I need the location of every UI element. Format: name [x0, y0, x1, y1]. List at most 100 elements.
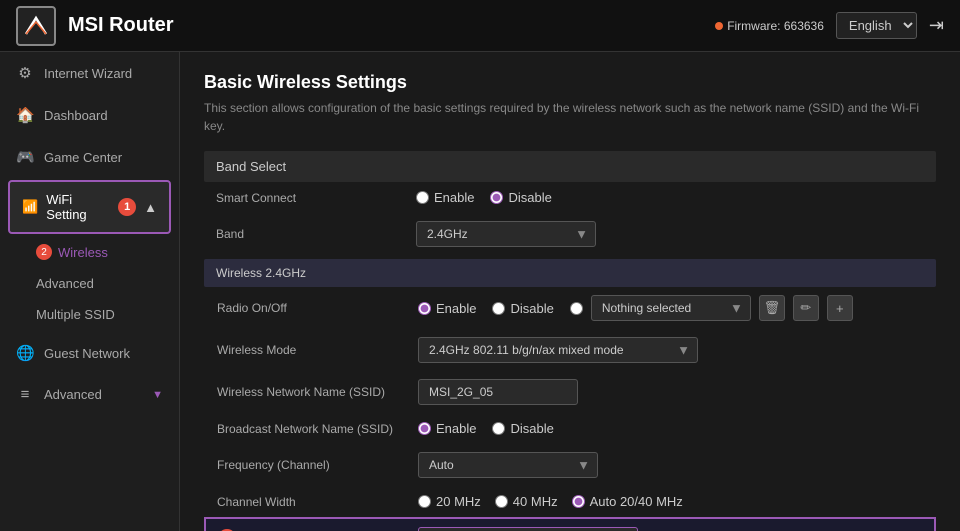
- wireless-mode-select[interactable]: 2.4GHz 802.11 b/g/n/ax mixed mode: [418, 337, 698, 363]
- header-right: Firmware: 663636 English ⇥: [715, 12, 944, 39]
- broadcast-label: Broadcast Network Name (SSID): [205, 413, 406, 444]
- ssid-value: [406, 371, 935, 413]
- broadcast-enable-label: Enable: [436, 421, 476, 436]
- security-select[interactable]: WPA3-PSK WPA2-PSK WPA/WPA2-PSK: [418, 527, 638, 531]
- broadcast-disable-option[interactable]: Disable: [492, 421, 553, 436]
- sidebar-item-wifi-setting[interactable]: 📶 WiFi Setting 1 ▲: [8, 180, 171, 234]
- smart-connect-disable-option[interactable]: Disable: [490, 190, 551, 205]
- band-select-header: Band Select: [204, 151, 936, 182]
- wireless-mode-value: 2.4GHz 802.11 b/g/n/ax mixed mode ▼: [406, 329, 935, 371]
- wifi-icon: 📶: [22, 199, 38, 215]
- radio-nothing-dropdown-wrap[interactable]: Nothing selected ▼: [591, 295, 751, 321]
- broadcast-disable-radio[interactable]: [492, 422, 505, 435]
- sidebar-label-internet-wizard: Internet Wizard: [44, 66, 132, 81]
- smart-connect-disable-radio[interactable]: [490, 191, 503, 204]
- sidebar-label-game-center: Game Center: [44, 150, 122, 165]
- language-dropdown[interactable]: English: [836, 12, 917, 39]
- cw-40-label: 40 MHz: [513, 494, 558, 509]
- broadcast-enable-radio[interactable]: [418, 422, 431, 435]
- delete-button[interactable]: 🗑: [759, 295, 785, 321]
- sidebar-item-wireless[interactable]: 2 Wireless: [4, 236, 175, 268]
- smart-connect-options: Enable Disable: [416, 190, 924, 205]
- advanced-expand-icon: ▼: [152, 389, 163, 401]
- sidebar-label-advanced: Advanced: [36, 276, 94, 291]
- radio-enable-label: Enable: [436, 301, 476, 316]
- cw-20-radio[interactable]: [418, 495, 431, 508]
- wifi-expand-icon: ▲: [144, 200, 157, 215]
- advanced-icon: ≡: [16, 386, 34, 403]
- radio-enable-radio[interactable]: [418, 302, 431, 315]
- smart-connect-enable-radio[interactable]: [416, 191, 429, 204]
- sidebar-item-guest-network[interactable]: 🌐 Guest Network: [0, 332, 179, 374]
- dashboard-icon: 🏠: [16, 106, 34, 124]
- radio-nothing-radio[interactable]: [570, 302, 583, 315]
- channel-row: Frequency (Channel) Auto1611 ▼: [205, 444, 935, 486]
- ssid-input[interactable]: [418, 379, 578, 405]
- radio-enable-option[interactable]: Enable: [418, 301, 476, 316]
- sidebar-label-wireless: Wireless: [58, 245, 108, 260]
- radio-onoff-value: Enable Disable: [406, 287, 935, 329]
- radio-onoff-options: Enable Disable: [418, 301, 583, 316]
- security-dropdown-wrap[interactable]: WPA3-PSK WPA2-PSK WPA/WPA2-PSK ▼: [418, 527, 638, 531]
- radio-nothing-option[interactable]: [570, 302, 583, 315]
- radio-nothing-select[interactable]: Nothing selected: [591, 295, 751, 321]
- radio-disable-radio[interactable]: [492, 302, 505, 315]
- cw-40-option[interactable]: 40 MHz: [495, 494, 558, 509]
- channel-dropdown-wrap[interactable]: Auto1611 ▼: [418, 452, 598, 478]
- sidebar-item-multiple-ssid[interactable]: Multiple SSID: [4, 299, 175, 330]
- ssid-row: Wireless Network Name (SSID): [205, 371, 935, 413]
- security-mode-value: WPA3-PSK WPA2-PSK WPA/WPA2-PSK ▼: [406, 518, 935, 531]
- header: MSI Router Firmware: 663636 English ⇥: [0, 0, 960, 52]
- sidebar-item-dashboard[interactable]: 🏠 Dashboard: [0, 94, 179, 136]
- cw-auto-option[interactable]: Auto 20/40 MHz: [572, 494, 683, 509]
- sidebar-label-wifi-setting: WiFi Setting: [46, 192, 110, 222]
- channel-width-row: Channel Width 20 MHz 40 MHz: [205, 486, 935, 518]
- wireless-mode-dropdown-wrap[interactable]: 2.4GHz 802.11 b/g/n/ax mixed mode ▼: [418, 337, 698, 363]
- wireless-mode-row: Wireless Mode 2.4GHz 802.11 b/g/n/ax mix…: [205, 329, 935, 371]
- broadcast-enable-option[interactable]: Enable: [418, 421, 476, 436]
- cw-20-label: 20 MHz: [436, 494, 481, 509]
- radio-disable-option[interactable]: Disable: [492, 301, 553, 316]
- broadcast-row: Broadcast Network Name (SSID) Enable Dis…: [205, 413, 935, 444]
- channel-width-label: Channel Width: [205, 486, 406, 518]
- language-selector[interactable]: English: [836, 12, 917, 39]
- smart-connect-label: Smart Connect: [204, 182, 404, 213]
- content-area: Basic Wireless Settings This section all…: [180, 52, 960, 531]
- cw-auto-label: Auto 20/40 MHz: [590, 494, 683, 509]
- sidebar-item-internet-wizard[interactable]: ⚙ Internet Wizard: [0, 52, 179, 94]
- band-select[interactable]: 2.4GHz 5GHz: [416, 221, 596, 247]
- cw-auto-radio[interactable]: [572, 495, 585, 508]
- band-label: Band: [204, 213, 404, 255]
- add-button[interactable]: +: [827, 295, 853, 321]
- smart-connect-disable-label: Disable: [508, 190, 551, 205]
- smart-connect-enable-label: Enable: [434, 190, 474, 205]
- sidebar-item-advanced[interactable]: Advanced: [4, 268, 175, 299]
- logout-button[interactable]: ⇥: [929, 15, 944, 36]
- wireless-24-header: Wireless 2.4GHz: [204, 259, 936, 287]
- radio-onoff-label: Radio On/Off: [205, 287, 406, 329]
- guest-network-icon: 🌐: [16, 344, 34, 362]
- wifi-subnav: 2 Wireless Advanced Multiple SSID: [4, 236, 175, 330]
- sidebar-item-advanced-main[interactable]: ≡ Advanced ▼: [0, 374, 179, 415]
- smart-connect-value: Enable Disable: [404, 182, 936, 213]
- logo: [16, 6, 56, 46]
- cw-20-option[interactable]: 20 MHz: [418, 494, 481, 509]
- page-description: This section allows configuration of the…: [204, 99, 936, 135]
- channel-select[interactable]: Auto1611: [418, 452, 598, 478]
- band-dropdown-wrap[interactable]: 2.4GHz 5GHz ▼: [416, 221, 596, 247]
- smart-connect-enable-option[interactable]: Enable: [416, 190, 474, 205]
- broadcast-disable-label: Disable: [510, 421, 553, 436]
- cw-40-radio[interactable]: [495, 495, 508, 508]
- radio-onoff-row: Radio On/Off Enable Disable: [205, 287, 935, 329]
- sidebar-item-game-center[interactable]: 🎮 Game Center: [0, 136, 179, 178]
- edit-button[interactable]: ✏: [793, 295, 819, 321]
- security-mode-row: 3 Security Mode WPA3-PSK WPA2-PSK WPA/WP…: [205, 518, 935, 531]
- firmware-status-dot: [715, 22, 723, 30]
- band-settings-table: Smart Connect Enable Disable: [204, 182, 936, 255]
- ssid-label: Wireless Network Name (SSID): [205, 371, 406, 413]
- wireless-24-section: Wireless 2.4GHz Radio On/Off Enable: [204, 259, 936, 531]
- internet-wizard-icon: ⚙: [16, 64, 34, 82]
- wireless-mode-label: Wireless Mode: [205, 329, 406, 371]
- firmware-label: Firmware: 663636: [727, 19, 824, 33]
- game-center-icon: 🎮: [16, 148, 34, 166]
